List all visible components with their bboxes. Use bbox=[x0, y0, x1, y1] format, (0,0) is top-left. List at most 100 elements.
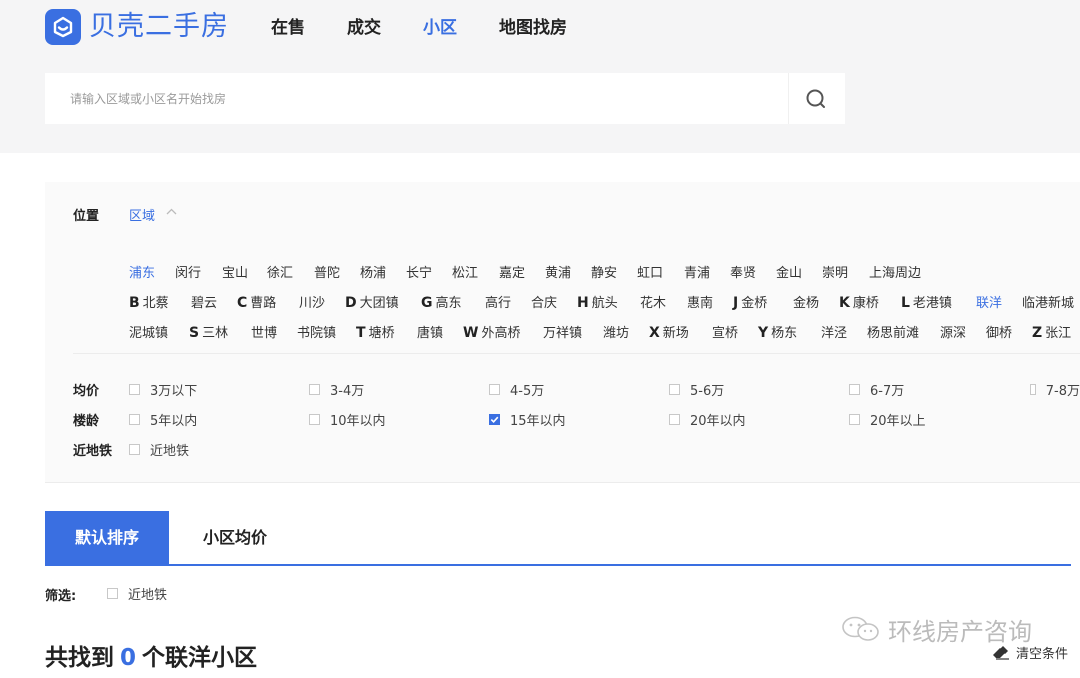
age-option[interactable]: 5年以内 bbox=[129, 410, 197, 429]
checkbox[interactable] bbox=[107, 587, 118, 599]
checkbox[interactable] bbox=[1030, 383, 1036, 395]
town-item[interactable]: 万祥镇 bbox=[543, 322, 582, 341]
screen-label: 筛选: bbox=[45, 589, 77, 604]
district-item[interactable]: 闵行 bbox=[175, 262, 201, 281]
checkbox[interactable] bbox=[129, 413, 140, 425]
chevron-up-icon[interactable] bbox=[166, 208, 177, 215]
subway-option[interactable]: 近地铁 bbox=[129, 440, 189, 459]
town-item[interactable]: 金杨 bbox=[793, 292, 819, 311]
town-item[interactable]: 洋泾 bbox=[821, 322, 847, 341]
age-option[interactable]: 10年以内 bbox=[309, 410, 386, 429]
town-item[interactable]: G 高东 bbox=[421, 292, 462, 311]
price-option[interactable]: 6-7万 bbox=[849, 380, 904, 399]
town-item[interactable]: 潍坊 bbox=[603, 322, 629, 341]
district-item[interactable]: 静安 bbox=[591, 262, 617, 281]
town-item[interactable]: 杨思前滩 bbox=[867, 322, 919, 341]
town-item[interactable]: 高行 bbox=[485, 292, 511, 311]
checkbox[interactable] bbox=[309, 383, 320, 395]
price-option[interactable]: 5-6万 bbox=[669, 380, 724, 399]
district-item[interactable]: 青浦 bbox=[684, 262, 710, 281]
district-item[interactable]: 虹口 bbox=[637, 262, 663, 281]
tab-avg-price-sort[interactable]: 小区均价 bbox=[169, 511, 301, 564]
screen-subway-option[interactable]: 近地铁 bbox=[107, 584, 167, 603]
eraser-icon bbox=[993, 645, 1009, 660]
district-item[interactable]: 金山 bbox=[776, 262, 802, 281]
checkbox[interactable] bbox=[129, 443, 140, 455]
district-item[interactable]: 杨浦 bbox=[360, 262, 386, 281]
town-item[interactable]: B 北蔡 bbox=[129, 292, 169, 311]
town-item[interactable]: S 三林 bbox=[189, 322, 228, 341]
district-item[interactable]: 长宁 bbox=[406, 262, 432, 281]
town-item[interactable]: C 曹路 bbox=[237, 292, 276, 311]
price-option[interactable]: 3-4万 bbox=[309, 380, 364, 399]
price-option[interactable]: 4-5万 bbox=[489, 380, 544, 399]
town-item[interactable]: 世博 bbox=[251, 322, 277, 341]
position-label: 位置 bbox=[73, 209, 100, 224]
age-option-checked[interactable]: 15年以内 bbox=[489, 410, 566, 429]
filter-panel: 位置 区域 浦东 闵行 宝山 徐汇 普陀 杨浦 长宁 松江 嘉定 黄浦 静安 虹… bbox=[45, 182, 1080, 483]
district-item[interactable]: 嘉定 bbox=[499, 262, 525, 281]
nav-map-search[interactable]: 地图找房 bbox=[499, 16, 567, 40]
town-item[interactable]: 书院镇 bbox=[297, 322, 336, 341]
check-icon bbox=[490, 416, 499, 423]
checkbox-checked[interactable] bbox=[489, 413, 500, 425]
brand-name: 贝壳二手房 bbox=[89, 11, 229, 42]
district-item[interactable]: 徐汇 bbox=[267, 262, 293, 281]
town-item[interactable]: 宣桥 bbox=[712, 322, 738, 341]
wechat-icon bbox=[842, 616, 879, 641]
town-item[interactable]: L 老港镇 bbox=[901, 292, 952, 311]
town-item[interactable]: Y 杨东 bbox=[758, 322, 797, 341]
price-option[interactable]: 3万以下 bbox=[129, 380, 197, 399]
checkbox[interactable] bbox=[129, 383, 140, 395]
checkbox[interactable] bbox=[489, 383, 500, 395]
town-item[interactable]: K 康桥 bbox=[839, 292, 879, 311]
district-item[interactable]: 普陀 bbox=[314, 262, 340, 281]
tab-default-sort[interactable]: 默认排序 bbox=[45, 511, 169, 564]
town-item[interactable]: J 金桥 bbox=[733, 292, 767, 311]
checkbox[interactable] bbox=[849, 383, 860, 395]
town-item[interactable]: W 外高桥 bbox=[463, 322, 520, 341]
district-item[interactable]: 上海周边 bbox=[869, 262, 921, 281]
nav-sold[interactable]: 成交 bbox=[347, 16, 381, 40]
price-option[interactable]: 7-8万 bbox=[1030, 380, 1080, 398]
town-item[interactable]: Z 张江 bbox=[1032, 322, 1071, 341]
town-item[interactable]: 泥城镇 bbox=[129, 322, 168, 341]
search-icon[interactable] bbox=[803, 86, 829, 112]
district-item[interactable]: 松江 bbox=[452, 262, 478, 281]
town-item[interactable]: 碧云 bbox=[191, 292, 217, 311]
town-item[interactable]: 合庆 bbox=[531, 292, 557, 311]
town-item[interactable]: 御桥 bbox=[986, 322, 1012, 341]
town-item[interactable]: 源深 bbox=[940, 322, 966, 341]
district-item[interactable]: 奉贤 bbox=[730, 262, 756, 281]
search-box bbox=[45, 73, 845, 124]
town-item[interactable]: X 新场 bbox=[649, 322, 689, 341]
age-option[interactable]: 20年以上 bbox=[849, 410, 926, 429]
district-item[interactable]: 黄浦 bbox=[545, 262, 571, 281]
nav-community[interactable]: 小区 bbox=[423, 16, 457, 40]
search-divider bbox=[788, 73, 789, 124]
tab-area[interactable]: 区域 bbox=[129, 205, 155, 224]
header-area: 贝壳二手房 在售 成交 小区 地图找房 bbox=[0, 0, 1080, 153]
town-item[interactable]: 唐镇 bbox=[417, 322, 443, 341]
district-item[interactable]: 宝山 bbox=[222, 262, 248, 281]
checkbox[interactable] bbox=[309, 413, 320, 425]
district-item[interactable]: 崇明 bbox=[822, 262, 848, 281]
town-item[interactable]: D 大团镇 bbox=[345, 292, 399, 311]
checkbox[interactable] bbox=[669, 413, 680, 425]
town-item[interactable]: 川沙 bbox=[299, 292, 325, 311]
checkbox[interactable] bbox=[849, 413, 860, 425]
town-item-lianyang[interactable]: 联洋 bbox=[976, 292, 1002, 311]
town-item[interactable]: 惠南 bbox=[687, 292, 713, 311]
brand-logo[interactable]: 贝壳二手房 bbox=[45, 9, 229, 45]
subway-label: 近地铁 bbox=[73, 444, 113, 459]
town-item[interactable]: H 航头 bbox=[577, 292, 618, 311]
town-item[interactable]: 临港新城 bbox=[1022, 292, 1074, 311]
district-pudong[interactable]: 浦东 bbox=[129, 262, 155, 281]
checkbox[interactable] bbox=[669, 383, 680, 395]
town-item[interactable]: 花木 bbox=[640, 292, 666, 311]
town-item[interactable]: T 塘桥 bbox=[356, 322, 395, 341]
clear-conditions-button[interactable]: 清空条件 bbox=[992, 643, 1068, 662]
search-input[interactable] bbox=[45, 73, 785, 124]
nav-on-sale[interactable]: 在售 bbox=[271, 16, 305, 40]
age-option[interactable]: 20年以内 bbox=[669, 410, 746, 429]
